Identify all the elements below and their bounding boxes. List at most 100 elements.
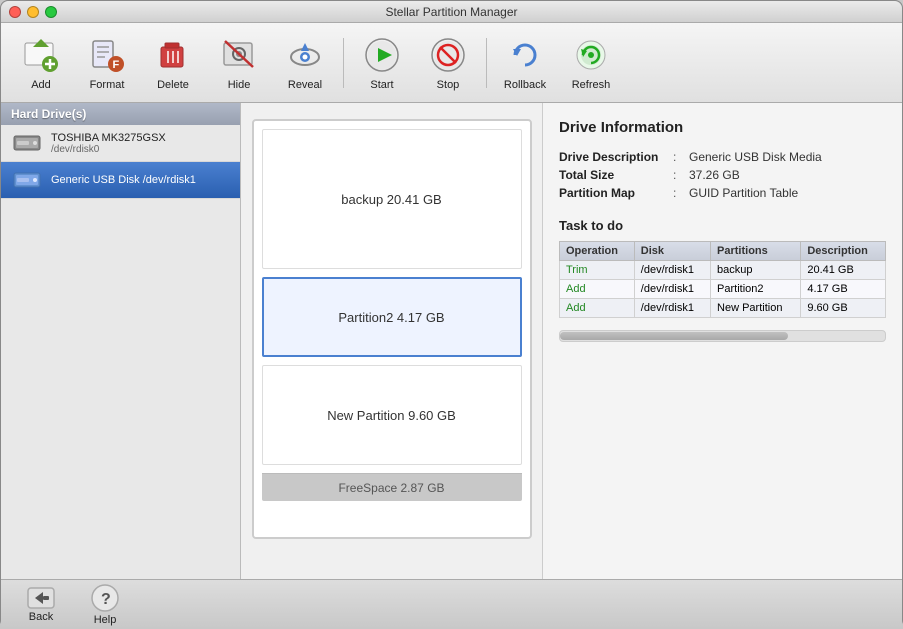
add-icon [21,35,61,75]
table-row[interactable]: Trim /dev/rdisk1 backup 20.41 GB [560,261,886,280]
add-label: Add [31,79,51,91]
info-value-partmap: GUID Partition Table [689,186,798,200]
minimize-button[interactable] [27,6,39,18]
delete-icon [153,35,193,75]
drive-info-title: Drive Information [559,119,886,136]
start-button[interactable]: Start [350,29,414,97]
info-label-size: Total Size [559,168,669,182]
partition-backup[interactable]: backup 20.41 GB [262,129,522,269]
back-icon [27,587,55,609]
info-label-description: Drive Description [559,150,669,164]
title-bar: Stellar Partition Manager [1,1,902,23]
main-layout: Hard Drive(s) TOSHIBA MK3275GSX /dev/rdi… [1,103,902,579]
info-value-description: Generic USB Disk Media [689,150,822,164]
back-label: Back [29,611,53,623]
task-desc: 9.60 GB [801,299,886,318]
task-partition: Partition2 [711,280,801,299]
reveal-button[interactable]: Reveal [273,29,337,97]
task-desc: 20.41 GB [801,261,886,280]
drive-info-table: Drive Description : Generic USB Disk Med… [559,148,886,202]
col-operation: Operation [560,242,635,261]
task-disk: /dev/rdisk1 [634,261,710,280]
task-op: Trim [560,261,635,280]
table-row[interactable]: Add /dev/rdisk1 New Partition 9.60 GB [560,299,886,318]
disk0-label: TOSHIBA MK3275GSX [51,132,230,144]
reveal-icon [285,35,325,75]
info-row-description: Drive Description : Generic USB Disk Med… [559,148,886,166]
refresh-label: Refresh [572,79,611,91]
stop-label: Stop [437,79,460,91]
task-partition: backup [711,261,801,280]
add-button[interactable]: Add [9,29,73,97]
separator-1 [343,38,344,88]
info-row-partmap: Partition Map : GUID Partition Table [559,184,886,202]
scrollbar-thumb [560,332,788,340]
refresh-icon [571,35,611,75]
sidebar-item-disk0[interactable]: TOSHIBA MK3275GSX /dev/rdisk0 [1,125,240,162]
partition-container: backup 20.41 GB Partition2 4.17 GB New P… [252,119,532,539]
hide-button[interactable]: Hide [207,29,271,97]
start-icon [362,35,402,75]
task-disk: /dev/rdisk1 [634,299,710,318]
back-button[interactable]: Back [13,584,69,626]
svg-text:?: ? [101,591,111,608]
delete-label: Delete [157,79,189,91]
close-button[interactable] [9,6,21,18]
disk0-sub: /dev/rdisk0 [51,144,230,155]
hide-icon [219,35,259,75]
col-partitions: Partitions [711,242,801,261]
usb-hdd-icon [11,168,43,192]
sidebar-header: Hard Drive(s) [1,103,240,125]
help-icon: ? [91,584,119,612]
center-panel: backup 20.41 GB Partition2 4.17 GB New P… [241,103,542,579]
delete-button[interactable]: Delete [141,29,205,97]
format-button[interactable]: F Format [75,29,139,97]
hide-label: Hide [228,79,251,91]
disk1-label: Generic USB Disk /dev/rdisk1 [51,174,230,186]
task-desc: 4.17 GB [801,280,886,299]
right-panel: Drive Information Drive Description : Ge… [542,103,902,579]
help-label: Help [94,614,117,626]
help-button[interactable]: ? Help [77,584,133,626]
task-op: Add [560,280,635,299]
refresh-button[interactable]: Refresh [559,29,623,97]
rollback-label: Rollback [504,79,546,91]
maximize-button[interactable] [45,6,57,18]
partition-newpart[interactable]: New Partition 9.60 GB [262,365,522,465]
task-title: Task to do [559,218,886,233]
separator-2 [486,38,487,88]
start-label: Start [370,79,393,91]
freespace-bar: FreeSpace 2.87 GB [262,473,522,501]
col-disk: Disk [634,242,710,261]
sidebar: Hard Drive(s) TOSHIBA MK3275GSX /dev/rdi… [1,103,241,579]
bottom-bar: Back ? Help [1,579,902,629]
toolbar: Add F Format Delete [1,23,902,103]
partition-newpart-label: New Partition 9.60 GB [327,408,456,423]
window-title: Stellar Partition Manager [385,5,517,19]
hdd-icon [11,131,43,155]
reveal-label: Reveal [288,79,322,91]
rollback-icon [505,35,545,75]
stop-button[interactable]: Stop [416,29,480,97]
rollback-button[interactable]: Rollback [493,29,557,97]
svg-text:F: F [113,59,120,71]
info-value-size: 37.26 GB [689,168,740,182]
info-label-partmap: Partition Map [559,186,669,200]
col-description: Description [801,242,886,261]
partition-backup-label: backup 20.41 GB [341,192,441,207]
task-op: Add [560,299,635,318]
task-partition: New Partition [711,299,801,318]
info-row-size: Total Size : 37.26 GB [559,166,886,184]
window-controls [9,6,57,18]
format-label: Format [90,79,125,91]
sidebar-item-disk1[interactable]: Generic USB Disk /dev/rdisk1 [1,162,240,199]
partition-p2-label: Partition2 4.17 GB [338,310,444,325]
scrollbar[interactable] [559,330,886,342]
task-disk: /dev/rdisk1 [634,280,710,299]
stop-icon [428,35,468,75]
task-table: Operation Disk Partitions Description Tr… [559,241,886,318]
partition-p2[interactable]: Partition2 4.17 GB [262,277,522,357]
freespace-label: FreeSpace 2.87 GB [338,481,444,495]
format-icon: F [87,35,127,75]
table-row[interactable]: Add /dev/rdisk1 Partition2 4.17 GB [560,280,886,299]
